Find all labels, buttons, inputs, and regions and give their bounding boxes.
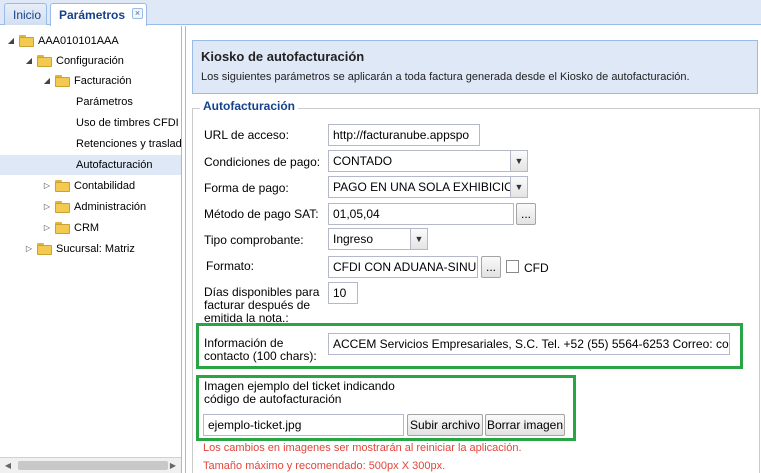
tree-item-label: AAA010101AAA: [38, 35, 119, 47]
expanded-triangle-icon[interactable]: ◢: [42, 71, 52, 91]
tree-item-label: Facturación: [74, 75, 132, 87]
formato-browse-button[interactable]: ...: [481, 256, 501, 278]
collapsed-triangle-icon[interactable]: ▷: [42, 197, 52, 217]
tree-item-sucursal[interactable]: ▷ Sucursal: Matriz: [0, 239, 181, 259]
navigation-tree: ◢ AAA010101AAA ◢ Configuración ◢ Factura…: [0, 26, 182, 473]
content-panel: Kiosko de autofacturación Los siguientes…: [185, 26, 761, 473]
tab-parametros-label: Parámetros: [59, 8, 126, 22]
close-icon[interactable]: ×: [132, 8, 143, 19]
tipo-label: Tipo comprobante:: [204, 233, 304, 247]
condiciones-label: Condiciones de pago:: [204, 155, 321, 169]
url-label: URL de acceso:: [204, 128, 289, 142]
forma-select[interactable]: PAGO EN UNA SOLA EXHIBICION ▼: [328, 176, 528, 198]
metodo-label: Método de pago SAT:: [204, 207, 319, 221]
tree-item-administracion[interactable]: ▷ Administración: [0, 197, 181, 217]
upload-file-button[interactable]: Subir archivo: [407, 414, 483, 436]
tree-item-retenciones[interactable]: Retenciones y traslad: [0, 134, 181, 154]
chevron-down-icon[interactable]: ▼: [510, 177, 527, 197]
tipo-value: Ingreso: [333, 232, 374, 246]
chevron-down-icon[interactable]: ▼: [510, 151, 527, 171]
tab-inicio[interactable]: Inicio: [4, 3, 47, 25]
collapsed-triangle-icon[interactable]: ▷: [24, 239, 34, 259]
tree-item-configuracion[interactable]: ◢ Configuración: [0, 51, 181, 71]
tree-item-label: Administración: [74, 201, 147, 213]
chevron-down-icon[interactable]: ▼: [410, 229, 427, 249]
metodo-browse-button[interactable]: ...: [516, 203, 536, 225]
folder-icon: [55, 222, 70, 234]
fieldset-legend: Autofacturación: [200, 99, 299, 113]
condiciones-value: CONTADO: [333, 154, 393, 168]
tree-item-parametros[interactable]: Parámetros: [0, 92, 181, 112]
tab-parametros[interactable]: Parámetros ×: [50, 3, 147, 26]
scroll-right-icon[interactable]: ▶: [165, 458, 181, 473]
image-note-restart: Los cambios en imagenes ser mostrarán al…: [203, 442, 522, 454]
folder-icon: [37, 243, 52, 255]
cfd-checkbox[interactable]: [506, 260, 519, 273]
folder-icon: [55, 180, 70, 192]
delete-image-button[interactable]: Borrar imagen: [485, 414, 565, 436]
tree-item-contabilidad[interactable]: ▷ Contabilidad: [0, 176, 181, 196]
page-title: Kiosko de autofacturación: [201, 49, 365, 64]
metodo-input[interactable]: 01,05,04: [328, 203, 514, 225]
tree-item-uso-timbres[interactable]: Uso de timbres CFDI: [0, 113, 181, 133]
collapsed-triangle-icon[interactable]: ▷: [42, 218, 52, 238]
imagen-label-line-1: Imagen ejemplo del ticket indicando: [204, 379, 395, 393]
forma-value: PAGO EN UNA SOLA EXHIBICION: [333, 180, 523, 194]
formato-input[interactable]: CFDI CON ADUANA-SINUBE: [328, 256, 478, 278]
tab-bar: Inicio Parámetros ×: [0, 0, 761, 26]
tree-item-label: Contabilidad: [74, 180, 136, 192]
tree-item-autofacturacion[interactable]: Autofacturación: [0, 155, 181, 175]
image-note-size: Tamaño máximo y recomendado: 500px X 300…: [203, 460, 446, 472]
image-file-input[interactable]: ejemplo-ticket.jpg: [203, 414, 404, 436]
horizontal-scrollbar[interactable]: ◀ ▶: [0, 457, 181, 473]
tree-item-crm[interactable]: ▷ CRM: [0, 218, 181, 238]
dias-label-line-1: Días disponibles para: [204, 285, 320, 299]
info-header: Kiosko de autofacturación Los siguientes…: [192, 40, 758, 94]
tree-item-label: CRM: [74, 222, 100, 234]
dias-input[interactable]: 10: [328, 282, 358, 304]
tree-item-company[interactable]: ◢ AAA010101AAA: [0, 31, 181, 51]
tree-item-facturacion[interactable]: ◢ Facturación: [0, 71, 181, 91]
dias-label-line-2: facturar después de: [204, 298, 311, 312]
tree-item-label: Sucursal: Matriz: [56, 243, 135, 255]
folder-icon: [37, 55, 52, 67]
scroll-left-icon[interactable]: ◀: [0, 458, 16, 473]
folder-icon: [55, 75, 70, 87]
condiciones-select[interactable]: CONTADO ▼: [328, 150, 528, 172]
info-label-line-1: Información de: [204, 336, 284, 350]
tree-item-label: Configuración: [56, 55, 124, 67]
contact-info-input[interactable]: ACCEM Servicios Empresariales, S.C. Tel.…: [328, 333, 730, 355]
expanded-triangle-icon[interactable]: ◢: [24, 51, 34, 71]
forma-label: Forma de pago:: [204, 181, 289, 195]
cfd-label: CFD: [524, 261, 549, 275]
info-label-line-2: contacto (100 chars):: [204, 349, 317, 363]
folder-icon: [19, 35, 34, 47]
formato-label: Formato:: [206, 259, 255, 273]
url-input[interactable]: http://facturanube.appspo: [328, 124, 480, 146]
folder-icon: [55, 201, 70, 213]
collapsed-triangle-icon[interactable]: ▷: [42, 176, 52, 196]
scrollbar-thumb[interactable]: [18, 461, 168, 470]
page-subtitle: Los siguientes parámetros se aplicarán a…: [201, 71, 690, 83]
imagen-label-line-2: código de autofacturación: [204, 392, 342, 406]
expanded-triangle-icon[interactable]: ◢: [6, 31, 16, 51]
tipo-select[interactable]: Ingreso ▼: [328, 228, 428, 250]
